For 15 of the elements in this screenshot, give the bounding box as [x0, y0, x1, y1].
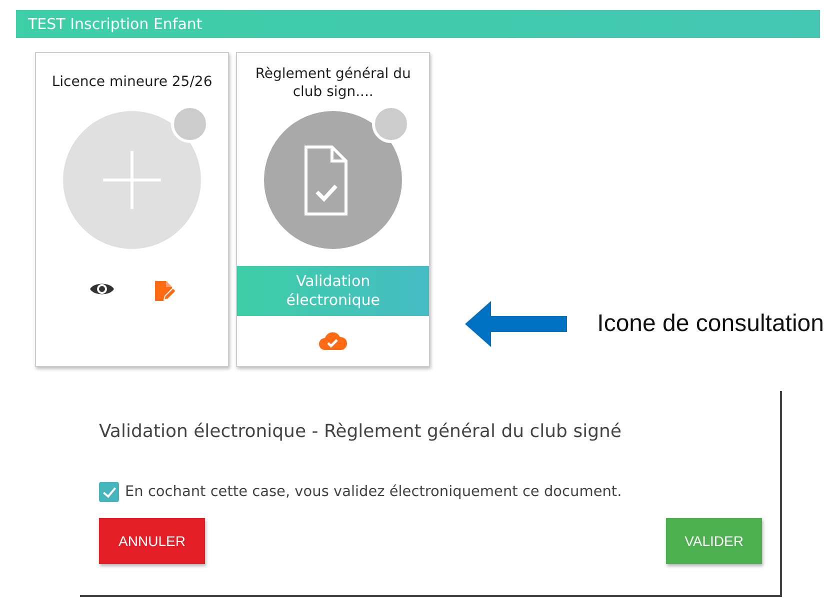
cloud-check-icon[interactable] [318, 331, 348, 351]
confirm-button[interactable]: VALIDER [666, 518, 762, 564]
status-banner: Validation électronique [237, 266, 430, 316]
edit-document-icon[interactable] [153, 280, 176, 302]
document-title: Règlement général du club sign.... [254, 65, 412, 101]
section-header: TEST Inscription Enfant [16, 10, 820, 38]
document-check-icon[interactable] [264, 111, 402, 249]
arrow-icon [465, 301, 568, 347]
dialog-title: Validation électronique - Règlement général du club signé [99, 421, 622, 442]
checkbox[interactable] [99, 482, 119, 502]
document-title: Licence mineure 25/26 [50, 73, 214, 92]
annotation-label: Icone de consultation [597, 310, 824, 338]
checkbox-label: En cochant cette case, vous validez électroniquement ce document. [125, 484, 622, 500]
cancel-button[interactable]: ANNULER [99, 518, 205, 564]
add-document-icon[interactable] [63, 111, 202, 249]
